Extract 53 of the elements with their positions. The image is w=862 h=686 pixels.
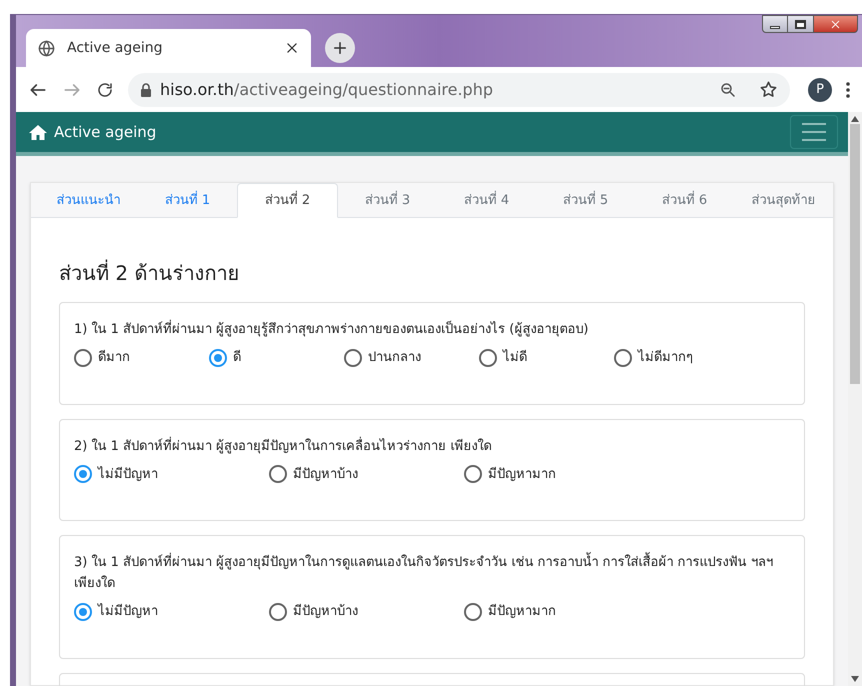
lock-icon bbox=[140, 82, 152, 96]
new-tab-button[interactable] bbox=[325, 33, 355, 63]
question-text: 3) ใน 1 สัปดาห์ที่ผ่านมา ผู้สูงอายุมีปัญหาในการดูแลตนเองในกิจวัตรประจำวัน เช่น การอาบน้ำ การใส่เสื้อผ้า การแปรงฟัน ฯลฯ เพียงใด bbox=[74, 552, 790, 594]
browser-tab[interactable]: Active ageing bbox=[26, 29, 311, 67]
radio-button[interactable] bbox=[209, 348, 227, 367]
menu-icon[interactable] bbox=[846, 82, 850, 98]
globe-icon bbox=[38, 40, 55, 56]
radio-button[interactable] bbox=[344, 348, 362, 367]
radio-button[interactable] bbox=[464, 465, 482, 484]
radio-option[interactable]: ไม่มีปัญหา bbox=[74, 602, 269, 622]
scroll-down-icon[interactable] bbox=[851, 676, 859, 682]
question-text: 1) ใน 1 สัปดาห์ที่ผ่านมา ผู้สูงอายุรู้สึกว่าสุขภาพร่างกายของตนเองเป็นอย่างไร (ผู้สูงอายุตอบ) bbox=[74, 319, 790, 340]
radio-option[interactable]: ไม่มีปัญหา bbox=[74, 464, 269, 484]
section-tab[interactable]: ส่วนที่ 2 bbox=[237, 183, 338, 218]
radio-option[interactable]: ปานกลาง bbox=[344, 348, 479, 368]
radio-button[interactable] bbox=[269, 602, 287, 621]
navbar-brand[interactable]: Active ageing bbox=[54, 120, 790, 144]
section-tab[interactable]: ส่วนแนะนำ bbox=[39, 183, 138, 218]
zoom-out-icon bbox=[719, 80, 737, 98]
radio-option[interactable]: มีปัญหามาก bbox=[464, 464, 659, 484]
section-title: ส่วนที่ 2 ด้านร่างกาย bbox=[59, 258, 240, 287]
close-icon bbox=[285, 41, 299, 55]
radio-option[interactable]: ไม่ดี bbox=[479, 348, 614, 368]
address-bar[interactable]: hiso.or.th/activeageing/questionnaire.php bbox=[128, 72, 790, 106]
url-text: hiso.or.th/activeageing/questionnaire.php bbox=[160, 78, 494, 100]
star-icon bbox=[759, 80, 778, 99]
tab-title: Active ageing bbox=[67, 38, 164, 58]
radio-button[interactable] bbox=[614, 348, 632, 367]
profile-avatar[interactable]: P bbox=[808, 78, 832, 102]
radio-option[interactable]: ไม่ดีมากๆ bbox=[614, 348, 749, 368]
minimize-button[interactable] bbox=[762, 15, 788, 33]
plus-icon bbox=[331, 39, 349, 57]
radio-button[interactable] bbox=[269, 465, 287, 484]
radio-button[interactable] bbox=[74, 602, 92, 621]
maximize-button[interactable] bbox=[788, 15, 814, 33]
radio-button[interactable] bbox=[464, 602, 482, 621]
close-button[interactable] bbox=[814, 15, 858, 33]
menu-toggle-button[interactable] bbox=[790, 115, 838, 149]
radio-option[interactable]: ดี bbox=[209, 348, 344, 368]
radio-option[interactable]: มีปัญหาบ้าง bbox=[269, 464, 464, 484]
radio-button[interactable] bbox=[479, 348, 497, 367]
scrollbar[interactable] bbox=[848, 112, 862, 686]
radio-button[interactable] bbox=[74, 348, 92, 367]
radio-button[interactable] bbox=[74, 465, 92, 484]
radio-option[interactable]: มีปัญหามาก bbox=[464, 602, 659, 622]
scroll-up-icon[interactable] bbox=[851, 116, 859, 122]
radio-option[interactable]: มีปัญหาบ้าง bbox=[269, 602, 464, 622]
radio-option[interactable]: ดีมาก bbox=[74, 348, 209, 368]
home-icon[interactable] bbox=[28, 124, 48, 140]
close-icon bbox=[830, 18, 841, 30]
reload-icon bbox=[96, 80, 114, 98]
section-tab[interactable]: ส่วนที่ 1 bbox=[138, 183, 237, 218]
question-text: 2) ใน 1 สัปดาห์ที่ผ่านมา ผู้สูงอายุมีปัญหาในการเคลื่อนไหวร่างกาย เพียงใด bbox=[74, 436, 492, 456]
